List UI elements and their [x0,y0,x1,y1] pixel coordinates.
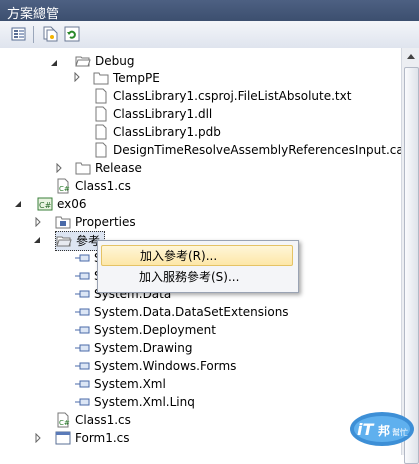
expand-arrow-icon[interactable] [54,163,64,173]
assembly-reference-icon [75,344,90,352]
csharp-file-icon: C# [57,178,70,194]
csharp-project-icon: C# [37,197,53,211]
svg-text:C#: C# [39,201,52,210]
folder-icon [93,72,109,85]
svg-text:C#: C# [59,185,70,193]
assembly-reference-icon [75,308,90,316]
svg-text:C#: C# [59,419,70,427]
svg-text:邦: 邦 [378,423,390,438]
file-icon [95,142,107,158]
properties-icon[interactable] [11,26,27,42]
file-icon [95,106,107,122]
show-all-files-icon[interactable] [42,26,58,42]
file-icon [95,88,107,104]
form-file-icon [55,431,71,445]
expand-arrow-icon[interactable] [72,72,82,82]
assembly-reference-icon [75,398,90,406]
panel-title-bar: 方案總管 [0,0,419,22]
folder-open-icon [75,56,91,67]
folder-icon [75,162,91,175]
assembly-reference-icon [75,326,90,334]
toolbar-separator [33,26,34,43]
toolbar [0,21,419,49]
svg-text:幫忙: 幫忙 [392,427,408,437]
context-menu: 加入參考(R)... 加入服務參考(S)... [97,240,299,293]
folder-open-icon [56,236,72,247]
expand-arrow-icon[interactable] [33,217,43,227]
file-icon [95,124,107,140]
assembly-reference-icon [75,380,90,388]
refresh-icon[interactable] [64,26,80,42]
assembly-reference-icon [75,272,90,280]
assembly-reference-icon [75,290,90,298]
vertical-scrollbar[interactable] [401,48,419,464]
ithome-logo: iT 邦 幫忙 [350,412,414,446]
add-reference-menu-item[interactable]: 加入參考(R)... [101,245,293,266]
svg-text:iT: iT [357,420,374,439]
scroll-up-arrow-icon[interactable] [402,48,419,65]
collapse-arrow-icon[interactable] [49,58,59,68]
csharp-file-icon: C# [57,412,70,428]
expand-arrow-icon[interactable] [33,433,43,443]
collapse-arrow-icon[interactable] [13,199,23,209]
add-service-reference-menu-item[interactable]: 加入服務參考(S)... [101,267,293,288]
assembly-reference-icon [75,362,90,370]
properties-folder-icon [55,216,71,229]
collapse-arrow-icon[interactable] [32,235,42,245]
assembly-reference-icon [75,254,90,262]
panel-title: 方案總管 [7,7,60,22]
